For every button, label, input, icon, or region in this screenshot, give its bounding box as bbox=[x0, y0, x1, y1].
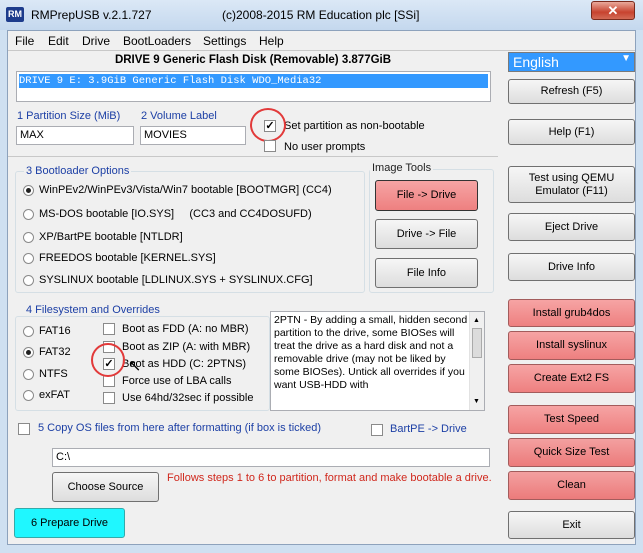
highlight-circle bbox=[250, 108, 286, 142]
radio-syslinux[interactable] bbox=[23, 275, 34, 286]
drive-header: DRIVE 9 Generic Flash Disk (Removable) 3… bbox=[114, 54, 392, 66]
highlight-circle-hdd bbox=[91, 343, 125, 377]
drive-list-row[interactable]: DRIVE 9 E: 3.9GiB Generic Flash Disk WDO… bbox=[19, 74, 488, 88]
radio-ntldr[interactable] bbox=[23, 232, 34, 243]
image-tools-title: Image Tools bbox=[370, 162, 434, 174]
file-to-drive-button[interactable]: File -> Drive bbox=[375, 180, 478, 211]
install-grub4dos-button[interactable]: Install grub4dos bbox=[508, 299, 635, 327]
install-syslinux-button[interactable]: Install syslinux bbox=[508, 331, 635, 360]
exit-button[interactable]: Exit bbox=[508, 511, 635, 539]
override-fdd-checkbox[interactable] bbox=[103, 323, 115, 335]
radio-bootmgr[interactable] bbox=[23, 185, 34, 196]
radio-msdos[interactable] bbox=[23, 209, 34, 220]
override-zip-label[interactable]: Boot as ZIP (A: with MBR) bbox=[122, 341, 250, 353]
radio-ntfs[interactable] bbox=[23, 369, 34, 380]
bootloader-option-bootmgr[interactable]: WinPEv2/WinPEv3/Vista/Win7 bootable [BOO… bbox=[39, 184, 332, 196]
fs-fat16[interactable]: FAT16 bbox=[39, 325, 71, 337]
language-value: English bbox=[513, 54, 559, 70]
menu-bootloaders[interactable]: BootLoaders bbox=[123, 34, 191, 48]
fs-fat32[interactable]: FAT32 bbox=[39, 346, 71, 358]
volume-label-label: 2 Volume Label bbox=[141, 110, 217, 122]
radio-exfat[interactable] bbox=[23, 390, 34, 401]
menu-help[interactable]: Help bbox=[259, 34, 284, 48]
radio-fat16[interactable] bbox=[23, 326, 34, 337]
override-64hd-label[interactable]: Use 64hd/32sec if possible bbox=[122, 392, 253, 404]
radio-freedos[interactable] bbox=[23, 253, 34, 264]
window-title: RMPrepUSB v.2.1.727 bbox=[31, 8, 152, 22]
eject-drive-button[interactable]: Eject Drive bbox=[508, 213, 635, 241]
file-info-button[interactable]: File Info bbox=[375, 258, 478, 288]
mouse-cursor-icon: ↖ bbox=[128, 358, 142, 375]
main-window: File Edit Drive BootLoaders Settings Hel… bbox=[7, 30, 636, 545]
language-select[interactable]: English ▼ bbox=[508, 52, 635, 72]
copy-os-checkbox[interactable] bbox=[18, 423, 30, 435]
scroll-up-icon[interactable]: ▲ bbox=[473, 314, 480, 327]
partition-size-input[interactable]: MAX bbox=[16, 126, 134, 145]
source-path-input[interactable]: C:\ bbox=[52, 448, 490, 467]
menu-settings[interactable]: Settings bbox=[203, 34, 246, 48]
help-text-box[interactable]: 2PTN - By adding a small, hidden second … bbox=[270, 311, 485, 411]
close-button[interactable]: ✕ bbox=[591, 1, 635, 20]
clean-button[interactable]: Clean bbox=[508, 471, 635, 500]
bootloader-option-ntldr[interactable]: XP/BartPE bootable [NTLDR] bbox=[39, 231, 183, 243]
fs-ntfs[interactable]: NTFS bbox=[39, 368, 68, 380]
filesystem-title: 4 Filesystem and Overrides bbox=[24, 304, 162, 316]
bartpe-checkbox[interactable] bbox=[371, 424, 383, 436]
menu-file[interactable]: File bbox=[15, 34, 34, 48]
partition-size-label: 1 Partition Size (MiB) bbox=[17, 110, 121, 122]
radio-fat32[interactable] bbox=[23, 347, 34, 358]
help-button[interactable]: Help (F1) bbox=[508, 119, 635, 145]
menu-drive[interactable]: Drive bbox=[82, 34, 110, 48]
non-bootable-label: Set partition as non-bootable bbox=[284, 120, 425, 132]
copy-os-label: 5 Copy OS files from here after formatti… bbox=[38, 422, 322, 434]
override-lba-label[interactable]: Force use of LBA calls bbox=[122, 375, 231, 387]
prepare-drive-button[interactable]: 6 Prepare Drive bbox=[14, 508, 125, 538]
menu-bar: File Edit Drive BootLoaders Settings Hel… bbox=[8, 31, 635, 51]
scroll-thumb[interactable] bbox=[472, 328, 482, 358]
bootloader-title: 3 Bootloader Options bbox=[24, 165, 132, 177]
qemu-test-button[interactable]: Test using QEMU Emulator (F11) bbox=[508, 166, 635, 203]
no-prompts-checkbox[interactable] bbox=[264, 140, 276, 152]
bootloader-option-msdos[interactable]: MS-DOS bootable [IO.SYS] (CC3 and CC4DOS… bbox=[39, 208, 312, 220]
bootloader-option-freedos[interactable]: FREEDOS bootable [KERNEL.SYS] bbox=[39, 252, 216, 264]
section-divider bbox=[8, 156, 498, 157]
volume-label-input[interactable]: MOVIES bbox=[140, 126, 246, 145]
choose-source-button[interactable]: Choose Source bbox=[52, 472, 159, 502]
override-64hd-checkbox[interactable] bbox=[103, 392, 115, 404]
no-prompts-label: No user prompts bbox=[284, 141, 366, 153]
title-bar: RM RMPrepUSB v.2.1.727 (c)2008-2015 RM E… bbox=[0, 0, 643, 30]
drive-info-button[interactable]: Drive Info bbox=[508, 253, 635, 281]
help-scrollbar[interactable]: ▲ ▼ bbox=[469, 312, 484, 410]
help-text: 2PTN - By adding a small, hidden second … bbox=[274, 314, 468, 391]
instruction-text: Follows steps 1 to 6 to partition, forma… bbox=[167, 472, 492, 484]
bartpe-label: BartPE -> Drive bbox=[390, 423, 467, 435]
drive-to-file-button[interactable]: Drive -> File bbox=[375, 219, 478, 249]
fs-exfat[interactable]: exFAT bbox=[39, 389, 70, 401]
scroll-down-icon[interactable]: ▼ bbox=[473, 395, 480, 408]
override-fdd-label[interactable]: Boot as FDD (A: no MBR) bbox=[122, 323, 249, 335]
test-speed-button[interactable]: Test Speed bbox=[508, 405, 635, 434]
chevron-down-icon[interactable]: ▼ bbox=[621, 53, 631, 64]
create-ext2-button[interactable]: Create Ext2 FS bbox=[508, 364, 635, 393]
quick-size-test-button[interactable]: Quick Size Test bbox=[508, 438, 635, 467]
app-icon: RM bbox=[6, 7, 24, 22]
drive-list[interactable]: DRIVE 9 E: 3.9GiB Generic Flash Disk WDO… bbox=[16, 71, 491, 102]
menu-divider bbox=[8, 50, 635, 51]
window-copyright: (c)2008-2015 RM Education plc [SSi] bbox=[222, 8, 420, 22]
bootloader-option-syslinux[interactable]: SYSLINUX bootable [LDLINUX.SYS + SYSLINU… bbox=[39, 274, 313, 286]
menu-edit[interactable]: Edit bbox=[48, 34, 69, 48]
refresh-button[interactable]: Refresh (F5) bbox=[508, 79, 635, 104]
